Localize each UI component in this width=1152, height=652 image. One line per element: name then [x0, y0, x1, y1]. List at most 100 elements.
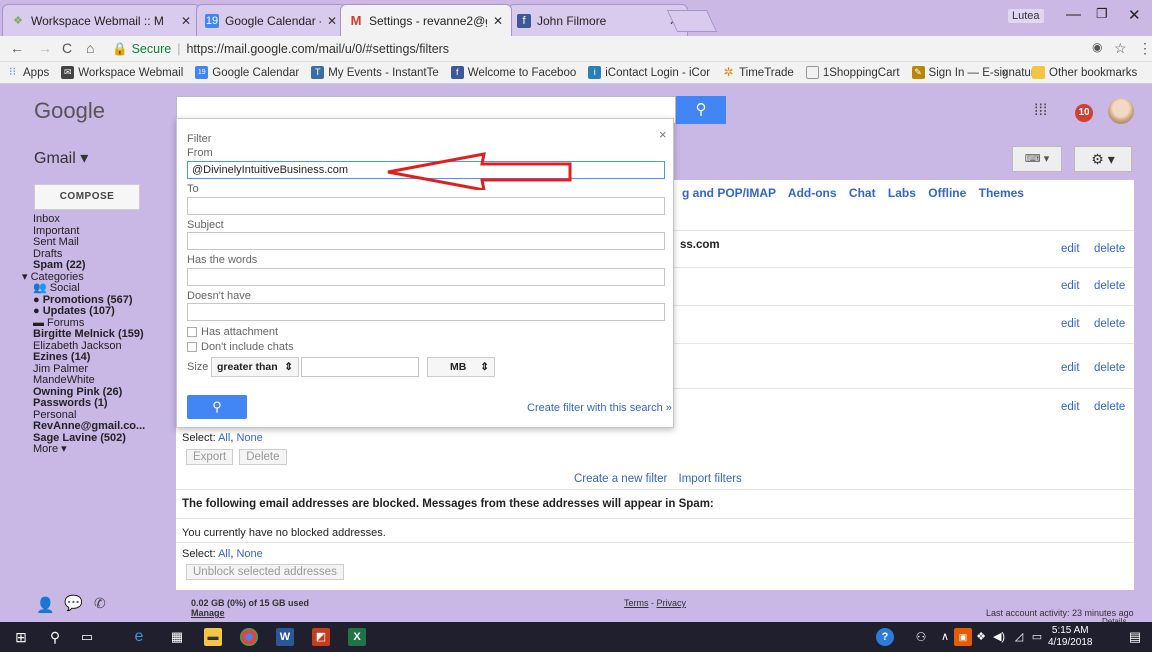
delete-link[interactable]: delete [1094, 318, 1125, 330]
compose-button[interactable]: COMPOSE [34, 184, 140, 210]
has-words-field[interactable] [187, 268, 665, 286]
keyboard-button[interactable]: ⌨ ▾ [1012, 146, 1062, 172]
sidebar-item[interactable]: Personal [0, 410, 176, 422]
tab-labs[interactable]: Labs [888, 186, 916, 200]
close-tab-icon[interactable]: ✕ [327, 14, 337, 28]
extension-icon[interactable]: ◉ [1092, 40, 1102, 54]
tab-john-filmore[interactable]: f John Filmore ✕ [508, 4, 688, 36]
edit-link[interactable]: edit [1061, 362, 1080, 374]
sidebar-item[interactable]: Passwords (1) [0, 398, 176, 410]
size-unit-select[interactable]: MB ⇕ [427, 357, 495, 377]
delete-link[interactable]: delete [1094, 243, 1125, 255]
dont-include-chats-checkbox[interactable]: Don't include chats [187, 341, 294, 353]
chevron-up-icon[interactable]: ∧ [936, 628, 954, 646]
bookmark-esignature[interactable]: ✎ Sign In — E-signature [911, 66, 1041, 79]
menu-icon[interactable]: ⋮ [1138, 40, 1152, 57]
action-center-icon[interactable]: ▤ [1126, 628, 1144, 646]
import-filters-link[interactable]: Import filters [679, 473, 742, 485]
search-button[interactable]: ⚲ [676, 96, 726, 124]
edge-icon[interactable]: e [130, 628, 148, 646]
select-all-link[interactable]: All [218, 432, 230, 444]
sidebar-item[interactable]: ▾ Categories [0, 272, 176, 284]
other-bookmarks[interactable]: Other bookmarks [1032, 66, 1137, 79]
create-filter-link[interactable]: Create filter with this search » [527, 402, 672, 414]
excel-icon[interactable]: X [348, 628, 366, 646]
has-attachment-checkbox[interactable]: Has attachment [187, 326, 278, 338]
subject-field[interactable] [187, 232, 665, 250]
wifi-icon[interactable]: ◿ [1010, 628, 1028, 646]
dropbox-icon[interactable]: ❖ [972, 628, 990, 646]
profile-button[interactable]: Lutea [1008, 9, 1044, 23]
select-all-link[interactable]: All [218, 548, 230, 560]
search-icon[interactable]: ⚲ [46, 628, 64, 646]
people-icon[interactable]: ⚇ [912, 628, 930, 646]
delete-button[interactable]: Delete [239, 449, 287, 465]
word-icon[interactable]: W [276, 628, 294, 646]
sidebar-item[interactable]: Ezines (14) [0, 352, 176, 364]
delete-link[interactable]: delete [1094, 401, 1125, 413]
maximize-icon[interactable]: ❐ [1096, 6, 1108, 22]
back-icon[interactable]: ← [10, 40, 24, 56]
bookmarks-overflow[interactable]: » [1002, 67, 1008, 79]
url-field[interactable]: 🔒 Secure | https://mail.google.com/mail/… [112, 38, 1072, 60]
select-none-link[interactable]: None [236, 432, 262, 444]
sidebar-item[interactable]: ▬ Forums [0, 318, 176, 330]
home-icon[interactable]: ⌂ [86, 40, 94, 56]
size-value-input[interactable] [301, 357, 419, 377]
tab-addons[interactable]: Add-ons [788, 186, 837, 200]
close-tab-icon[interactable]: ✕ [181, 14, 191, 28]
tab-chat[interactable]: Chat [849, 186, 876, 200]
star-icon[interactable]: ☆ [1114, 40, 1127, 57]
help-icon[interactable]: ? [876, 628, 894, 646]
sidebar-item[interactable]: Birgitte Melnick (159) [0, 329, 176, 341]
apps-grid-icon[interactable]: ⁞⁞⁞ [1034, 102, 1047, 120]
sidebar-item[interactable]: Spam (22) [0, 260, 176, 272]
filter-search-button[interactable]: ⚲ [187, 395, 247, 419]
task-view-icon[interactable]: ▭ [78, 628, 96, 646]
terms-link[interactable]: Terms [624, 598, 649, 608]
tab-themes[interactable]: Themes [979, 186, 1024, 200]
to-field[interactable] [187, 197, 665, 215]
size-operator-select[interactable]: greater than ⇕ [211, 357, 299, 377]
delete-link[interactable]: delete [1094, 280, 1125, 292]
settings-button[interactable]: ⚙ ▾ [1074, 146, 1132, 172]
minimize-icon[interactable]: — [1066, 6, 1081, 23]
avatar[interactable] [1108, 98, 1134, 124]
sidebar-item[interactable]: Important [0, 226, 176, 238]
tab-offline[interactable]: Offline [928, 186, 966, 200]
bookmark-my-events[interactable]: T My Events - InstantTe [311, 66, 439, 79]
sidebar-item[interactable]: ● Updates (107) [0, 306, 176, 318]
reload-icon[interactable]: C [62, 40, 72, 56]
bookmark-apps[interactable]: ⁝⁝ Apps [6, 66, 49, 79]
app-icon[interactable]: ◩ [312, 628, 330, 646]
phone-icon[interactable]: ✆ [94, 595, 106, 612]
sidebar-item[interactable]: Sage Lavine (502) [0, 433, 176, 445]
battery-icon[interactable]: ▭ [1028, 628, 1046, 646]
volume-icon[interactable]: ◀) [990, 628, 1008, 646]
close-icon[interactable]: × [659, 127, 667, 142]
select-none-link[interactable]: None [236, 548, 262, 560]
tray-app-icon[interactable]: ▣ [954, 628, 972, 646]
edit-link[interactable]: edit [1061, 280, 1080, 292]
edit-link[interactable]: edit [1061, 318, 1080, 330]
notification-badge[interactable]: 10 [1075, 104, 1093, 122]
tab-google-calendar[interactable]: 19 Google Calendar - Week ✕ [196, 4, 346, 36]
sidebar-item[interactable]: Jim Palmer [0, 364, 176, 376]
sidebar-item[interactable]: Drafts [0, 249, 176, 261]
sidebar-item[interactable]: More ▾ [0, 444, 176, 456]
export-button[interactable]: Export [186, 449, 234, 465]
windows-start-icon[interactable]: ⊞ [12, 628, 30, 646]
forward-icon[interactable]: → [38, 40, 52, 56]
edit-link[interactable]: edit [1061, 401, 1080, 413]
tab-forwarding-pop[interactable]: g and POP/IMAP [682, 186, 776, 200]
privacy-link[interactable]: Privacy [657, 598, 687, 608]
sidebar-item[interactable]: 👥 Social [0, 283, 176, 295]
bookmark-calendar[interactable]: 19 Google Calendar [195, 66, 299, 79]
create-new-filter-link[interactable]: Create a new filter [574, 473, 667, 485]
contacts-icon[interactable]: 👤 [36, 596, 55, 614]
file-explorer-icon[interactable]: ▬ [204, 628, 222, 646]
bookmark-icontact[interactable]: i iContact Login - iCor [588, 66, 710, 79]
edit-link[interactable]: edit [1061, 243, 1080, 255]
bookmark-timetrade[interactable]: ✲ TimeTrade [722, 66, 794, 79]
bookmark-workspace[interactable]: ✉ Workspace Webmail [61, 66, 183, 79]
